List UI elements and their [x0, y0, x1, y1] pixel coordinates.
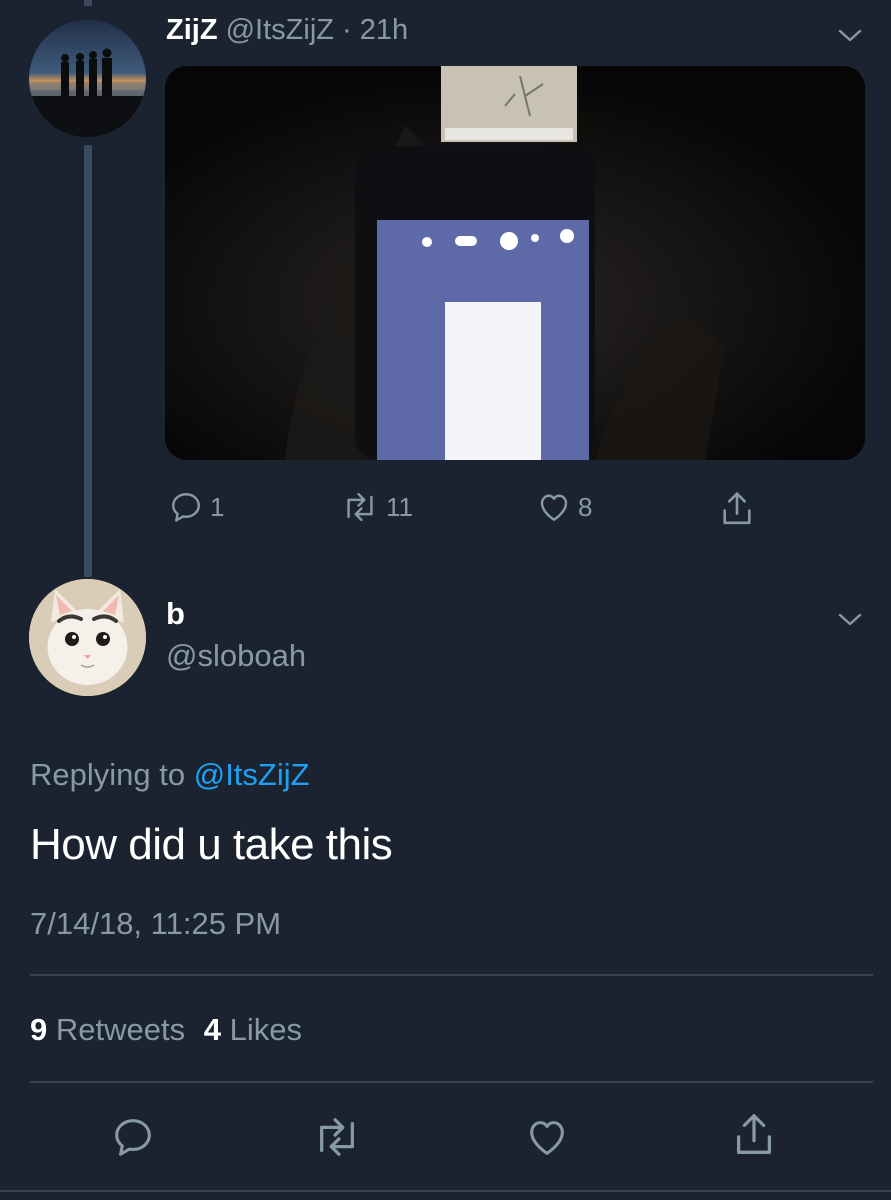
replying-to-line: Replying to @ItsZijZ — [30, 757, 310, 793]
retweet-action[interactable]: 11 — [340, 489, 413, 525]
avatar-sloboah[interactable] — [29, 579, 146, 696]
tweet-time[interactable]: 21h — [360, 14, 408, 46]
reply-icon — [172, 493, 200, 522]
replying-to-label: Replying to — [30, 757, 186, 792]
reply-user-handle[interactable]: @sloboah — [166, 638, 306, 674]
thread-line — [84, 145, 92, 577]
bottom-heart-icon[interactable] — [522, 1114, 572, 1160]
retweets-label: Retweets — [55, 1012, 186, 1047]
like-action[interactable]: 8 — [536, 489, 592, 525]
reply-count: 1 — [210, 491, 225, 522]
bottom-reply-icon[interactable] — [110, 1114, 156, 1160]
reply-chevron-down-icon[interactable] — [838, 612, 862, 628]
tweet-header: ZijZ @ItsZijZ · 21h — [166, 14, 408, 47]
retweets-count: 9 — [30, 1012, 48, 1047]
retweet-icon — [347, 492, 373, 522]
display-name[interactable]: ZijZ — [166, 14, 218, 46]
user-handle[interactable]: @ItsZijZ — [226, 14, 334, 46]
divider-top — [30, 974, 873, 976]
replying-to-handle-link[interactable]: @ItsZijZ — [194, 757, 310, 792]
share-action[interactable] — [718, 489, 756, 529]
chevron-down-icon[interactable] — [838, 28, 862, 44]
heart-icon — [540, 494, 568, 521]
divider-footer — [0, 1190, 891, 1192]
thread-line-top — [84, 0, 92, 6]
engagement-stats: 9 Retweets 4 Likes — [30, 1012, 302, 1048]
retweet-count: 11 — [386, 491, 413, 522]
reply-display-name[interactable]: b — [166, 596, 185, 632]
tweet-text: How did u take this — [30, 820, 393, 869]
retweets-stat[interactable]: 9 Retweets — [30, 1012, 194, 1047]
likes-stat[interactable]: 4 Likes — [204, 1012, 302, 1047]
tweet-media-image[interactable] — [165, 66, 865, 460]
separator-dot: · — [342, 14, 352, 46]
avatar-zijz[interactable] — [29, 20, 146, 137]
tweet-timestamp: 7/14/18, 11:25 PM — [30, 906, 282, 941]
likes-label: Likes — [229, 1012, 302, 1047]
reply-action[interactable]: 1 — [168, 489, 224, 525]
bottom-retweet-icon[interactable] — [310, 1114, 364, 1160]
divider-bottom — [30, 1081, 873, 1083]
share-icon — [723, 492, 751, 525]
like-count: 8 — [578, 491, 593, 522]
bottom-share-icon[interactable] — [730, 1110, 778, 1160]
likes-count: 4 — [203, 1012, 221, 1047]
